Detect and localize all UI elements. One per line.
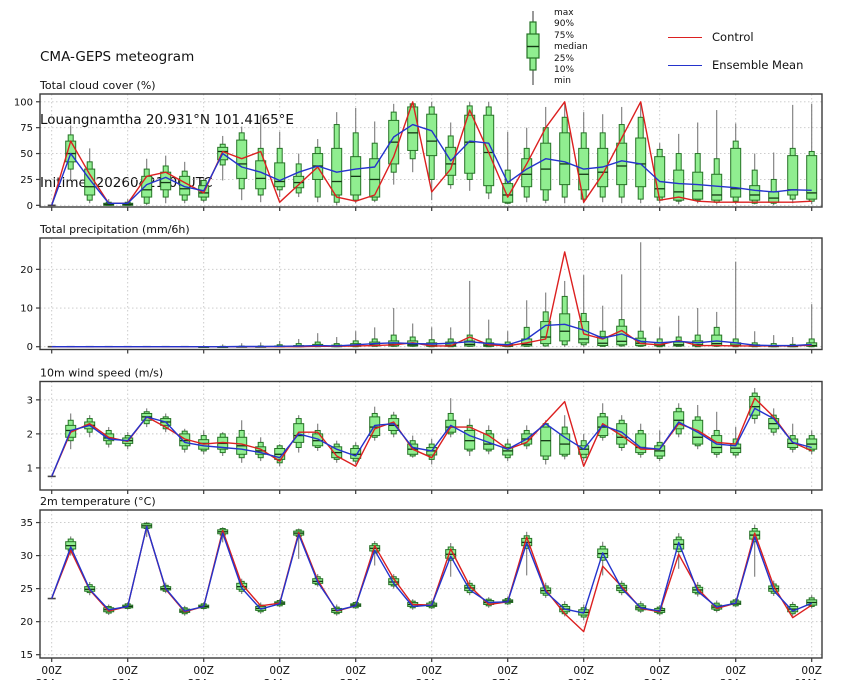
- chart-host: Total cloud cover (%)0255075100Total pre…: [0, 0, 842, 680]
- svg-text:20: 20: [20, 617, 33, 628]
- panel-2m-temperature-c: 2m temperature (°C)152025303500Z21Apr00Z…: [20, 495, 829, 680]
- svg-text:Total cloud cover (%): Total cloud cover (%): [39, 79, 156, 92]
- svg-text:00Z: 00Z: [497, 665, 518, 677]
- svg-text:00Z: 00Z: [573, 665, 594, 677]
- meteogram-figure: CMA-GEPS meteogram Louangnamtha 20.931°N…: [0, 0, 842, 680]
- svg-text:25: 25: [20, 175, 33, 186]
- svg-text:30: 30: [20, 551, 33, 562]
- svg-text:2: 2: [27, 429, 33, 440]
- svg-text:10m wind speed (m/s): 10m wind speed (m/s): [40, 367, 163, 380]
- svg-text:00Z: 00Z: [41, 665, 62, 677]
- svg-text:00Z: 00Z: [725, 665, 746, 677]
- svg-text:3: 3: [27, 395, 33, 406]
- svg-text:00Z: 00Z: [117, 665, 138, 677]
- meteogram-canvas: Total cloud cover (%)0255075100Total pre…: [0, 0, 842, 680]
- svg-text:100: 100: [14, 97, 33, 108]
- svg-text:00Z: 00Z: [421, 665, 442, 677]
- svg-text:00Z: 00Z: [801, 665, 822, 677]
- svg-text:00Z: 00Z: [345, 665, 366, 677]
- svg-text:1: 1: [27, 463, 33, 474]
- panel-10m-wind-speed-m-s: 10m wind speed (m/s) 1 2 3: [27, 367, 822, 495]
- svg-text:00Z: 00Z: [649, 665, 670, 677]
- svg-text:10: 10: [20, 304, 33, 315]
- svg-text:Total precipitation (mm/6h): Total precipitation (mm/6h): [39, 223, 190, 236]
- svg-text:0: 0: [27, 342, 33, 353]
- svg-text:00Z: 00Z: [269, 665, 290, 677]
- svg-text:75: 75: [20, 123, 33, 134]
- svg-text:2m temperature (°C): 2m temperature (°C): [40, 495, 156, 508]
- svg-text:15: 15: [20, 650, 33, 661]
- svg-text:20: 20: [20, 265, 33, 276]
- panel-total-precipitation-mm-6h: Total precipitation (mm/6h) 0 10 20: [20, 223, 822, 354]
- svg-text:00Z: 00Z: [193, 665, 214, 677]
- svg-text:0: 0: [27, 201, 33, 212]
- panel-total-cloud-cover: Total cloud cover (%) 0 25 50 75 100: [14, 79, 822, 212]
- svg-text:50: 50: [20, 149, 33, 160]
- svg-text:35: 35: [20, 518, 33, 529]
- svg-text:25: 25: [20, 584, 33, 595]
